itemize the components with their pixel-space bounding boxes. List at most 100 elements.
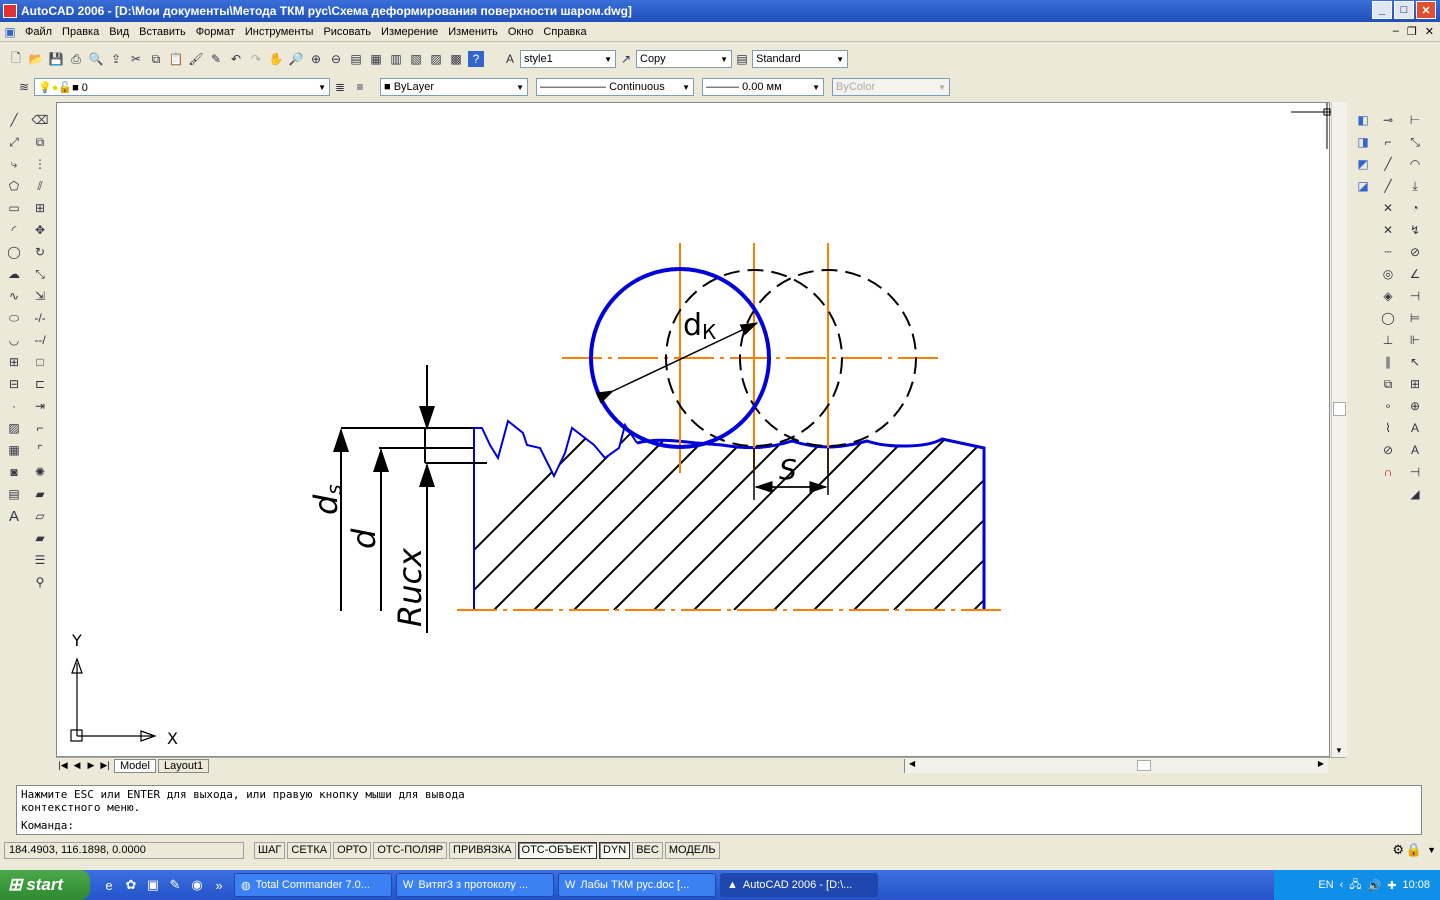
table-icon[interactable]: ▤	[3, 484, 25, 504]
send-under-icon[interactable]: ◪	[1352, 176, 1374, 196]
calculator-icon[interactable]: ▩	[446, 49, 466, 69]
ellipse-arc-icon[interactable]: ◡	[3, 330, 25, 350]
match-properties-icon[interactable]: 🖌	[186, 49, 206, 69]
layer-previous-icon[interactable]: ≡	[350, 77, 370, 97]
snap-tangent-icon[interactable]: ◯	[1377, 308, 1399, 328]
snap-nearest-icon[interactable]: ⌇	[1377, 418, 1399, 438]
multiline-text-icon[interactable]: A	[3, 506, 25, 526]
dim-aligned-icon[interactable]: ⤡	[1404, 132, 1426, 152]
tab-layout1[interactable]: Layout1	[157, 758, 210, 773]
snap-intersection-icon[interactable]: ✕	[1377, 198, 1399, 218]
osnap-toggle[interactable]: ПРИВЯЗКА	[449, 841, 516, 859]
layer-walk-icon[interactable]: ☰	[29, 550, 51, 570]
menu-tools[interactable]: Инструменты	[240, 26, 319, 38]
join-icon[interactable]: ⇥	[29, 396, 51, 416]
layer-manager-icon[interactable]: ≋	[14, 77, 34, 97]
tray-expand-icon[interactable]: ‹	[1340, 879, 1344, 891]
polygon-icon[interactable]: ⬠	[3, 176, 25, 196]
doc-restore-icon[interactable]: ❐	[1407, 25, 1417, 38]
snap-insert-icon[interactable]: ⧉	[1377, 374, 1399, 394]
dim-style-select[interactable]: Copy ▼	[636, 50, 732, 68]
command-prompt[interactable]: Команда:	[21, 819, 1417, 832]
snap-temp-track-icon[interactable]: ⊸	[1377, 110, 1399, 130]
quicklaunch-edit-icon[interactable]: ✎	[164, 874, 186, 896]
dim-text-edit-icon[interactable]: A	[1404, 440, 1426, 460]
ortho-toggle[interactable]: ОРТО	[333, 841, 372, 859]
tolerance-icon[interactable]: ⊞	[1404, 374, 1426, 394]
snap-quadrant-icon[interactable]: ◈	[1377, 286, 1399, 306]
redo-icon[interactable]: ↷	[246, 49, 266, 69]
dyn-toggle[interactable]: DYN	[598, 841, 631, 859]
dim-baseline-icon[interactable]: ⊨	[1404, 308, 1426, 328]
dim-linear-icon[interactable]: ⊢	[1404, 110, 1426, 130]
table-style-select[interactable]: Standard ▼	[752, 50, 848, 68]
stretch-icon[interactable]: ⇲	[29, 286, 51, 306]
ie-icon[interactable]: e	[98, 874, 120, 896]
zoom-window-icon[interactable]: ⊕	[306, 49, 326, 69]
horizontal-scrollbar[interactable]: ◀ ▶	[904, 758, 1328, 773]
scroll-right-icon[interactable]: ▶	[1318, 759, 1324, 768]
layer-isolate-icon[interactable]: ⚲	[29, 572, 51, 592]
dim-diameter-icon[interactable]: ⊘	[1404, 242, 1426, 262]
polyline-icon[interactable]: ⤷	[3, 154, 25, 174]
color-select[interactable]: ■ ByLayer ▼	[380, 78, 528, 96]
make-block-icon[interactable]: ⊟	[3, 374, 25, 394]
zoom-realtime-icon[interactable]: 🔎	[286, 49, 306, 69]
snap-perpendicular-icon[interactable]: ⊥	[1377, 330, 1399, 350]
dim-angular-icon[interactable]: ∠	[1404, 264, 1426, 284]
menu-view[interactable]: Вид	[104, 26, 134, 38]
lineweight-select[interactable]: ――― 0.00 мм ▼	[702, 78, 824, 96]
first-tab-icon[interactable]: |◀	[56, 759, 70, 773]
dim-arc-icon[interactable]: ◠	[1404, 154, 1426, 174]
menu-edit[interactable]: Правка	[57, 26, 104, 38]
coordinates-readout[interactable]: 184.4903, 116.1898, 0.0000	[4, 841, 244, 859]
make-layer-current-icon[interactable]: ≣	[330, 77, 350, 97]
vertical-scroll-thumb[interactable]	[1333, 402, 1346, 416]
polar-toggle[interactable]: ОТС-ПОЛЯР	[373, 841, 448, 859]
snap-endpoint-icon[interactable]: ╱	[1377, 154, 1399, 174]
print-icon[interactable]: ⎙	[66, 49, 86, 69]
window-titlebar[interactable]: AutoCAD 2006 - [D:\Мои документы\Метода …	[0, 0, 1440, 22]
snap-none-icon[interactable]: ⊘	[1377, 440, 1399, 460]
mirror-icon[interactable]: ⋮	[29, 154, 51, 174]
task-total-commander[interactable]: ◍ Total Commander 7.0...	[234, 873, 392, 897]
linetype-select[interactable]: ―――――― Continuous ▼	[536, 78, 694, 96]
design-center-icon[interactable]: ▦	[366, 49, 386, 69]
dim-continue-icon[interactable]: ⊩	[1404, 330, 1426, 350]
snap-extension-icon[interactable]: ┄	[1377, 242, 1399, 262]
trim-icon[interactable]: -/-	[29, 308, 51, 328]
text-style-icon[interactable]: A	[500, 49, 520, 69]
bring-above-icon[interactable]: ◩	[1352, 154, 1374, 174]
antivirus-icon[interactable]: ✚	[1387, 879, 1396, 892]
properties-icon[interactable]: ▤	[346, 49, 366, 69]
toolbar-lock-icon[interactable]: 🔒	[1406, 842, 1422, 858]
next-tab-icon[interactable]: ▶	[84, 759, 98, 773]
line-icon[interactable]: ╱	[3, 110, 25, 130]
arc-icon[interactable]: ◜	[3, 220, 25, 240]
pan-icon[interactable]: ✋	[266, 49, 286, 69]
break-icon[interactable]: ⊏	[29, 374, 51, 394]
snap-toggle[interactable]: ШАГ	[254, 841, 286, 859]
menu-dimension[interactable]: Измерение	[376, 26, 443, 38]
snap-settings-icon[interactable]: ∩	[1377, 462, 1399, 482]
erase-icon[interactable]: ⌫	[29, 110, 51, 130]
extend-icon[interactable]: --/	[29, 330, 51, 350]
chamfer-icon[interactable]: ⌐	[29, 418, 51, 438]
dim-style-icon[interactable]: ↗	[616, 49, 636, 69]
region-icon[interactable]: ◙	[3, 462, 25, 482]
doc-close-icon[interactable]: ✕	[1425, 25, 1434, 38]
tab-model[interactable]: Model	[114, 758, 156, 773]
autocad-app-icon[interactable]	[3, 4, 17, 18]
snap-from-icon[interactable]: ⌐	[1377, 132, 1399, 152]
command-window[interactable]: Нажмите ESC или ENTER для выхода, или пр…	[16, 785, 1422, 835]
quicklaunch-more-icon[interactable]: »	[208, 874, 230, 896]
draworder-back-icon[interactable]: ▰	[29, 528, 51, 548]
draworder-front-icon[interactable]: ▱	[29, 506, 51, 526]
horizontal-scroll-thumb[interactable]	[1137, 759, 1151, 771]
paste-icon[interactable]: 📋	[166, 49, 186, 69]
menu-help[interactable]: Справка	[538, 26, 591, 38]
center-mark-icon[interactable]: ⊕	[1404, 396, 1426, 416]
rectangle-icon[interactable]: ▭	[3, 198, 25, 218]
snap-apparent-intersection-icon[interactable]: ✕	[1377, 220, 1399, 240]
table-style-icon[interactable]: ▤	[732, 49, 752, 69]
